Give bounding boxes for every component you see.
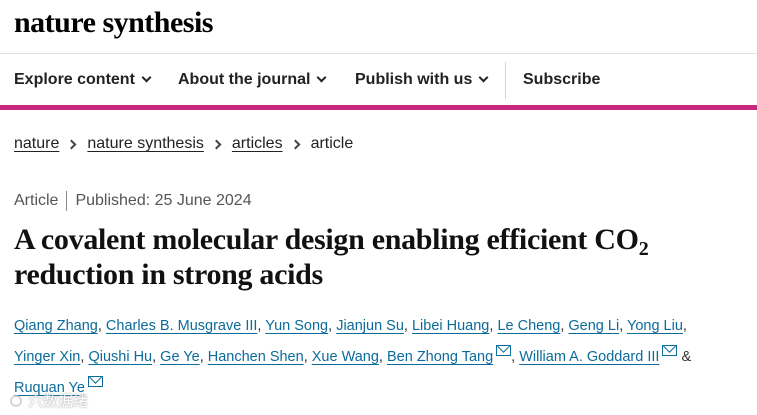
author-separator: , [152, 349, 157, 365]
author-separator: , [489, 318, 494, 334]
mail-icon[interactable] [662, 345, 678, 356]
breadcrumb-current: article [310, 135, 354, 152]
article-title: A covalent molecular design enabling eff… [14, 222, 744, 292]
author-separator: , [560, 318, 565, 334]
watermark-icon [10, 394, 22, 407]
chevron-right-icon [211, 139, 222, 149]
title-part-2: reduction in strong acids [14, 258, 323, 291]
author-link[interactable]: Yinger Xin [14, 349, 80, 365]
watermark-text: 穴数据绪 [28, 393, 89, 410]
author-separator: , [97, 318, 102, 334]
chevron-right-icon [66, 139, 77, 149]
author-link[interactable]: Le Cheng [497, 318, 560, 334]
journal-logo[interactable]: nature synthesis [14, 6, 213, 40]
chevron-down-icon [141, 72, 152, 83]
author-separator: , [199, 349, 204, 365]
author-separator: , [303, 349, 308, 365]
watermark: 穴数据绪 [10, 390, 88, 411]
author-list: Qiang Zhang, Charles B. Musgrave III, Yu… [14, 311, 749, 404]
author-link[interactable]: Yun Song [265, 318, 328, 334]
mail-icon[interactable] [87, 376, 103, 387]
author-link[interactable]: Yong Liu [627, 318, 683, 334]
author-link[interactable]: Jianjun Su [336, 318, 404, 334]
title-part-1: A covalent molecular design enabling eff… [14, 223, 639, 256]
author-separator: , [511, 349, 516, 365]
chevron-right-icon [290, 139, 301, 149]
author-conjunction: & [681, 349, 692, 365]
article-type: Article [14, 192, 59, 209]
author-separator: , [378, 349, 383, 365]
author-separator: , [403, 318, 408, 334]
nav-explore-content-label: Explore content [14, 70, 135, 88]
author-link[interactable]: Qiang Zhang [14, 318, 98, 334]
subscribe-link[interactable]: Subscribe [523, 54, 600, 105]
author-link[interactable]: Xue Wang [312, 349, 379, 365]
mail-icon[interactable] [496, 345, 512, 356]
author-separator: , [257, 318, 262, 334]
breadcrumb: nature nature synthesis articles article [14, 135, 353, 153]
article-meta: Article Published: 25 June 2024 [14, 191, 252, 211]
nav-about-journal[interactable]: About the journal [178, 54, 327, 105]
title-subscript: 2 [638, 238, 649, 260]
author-link[interactable]: Ge Ye [160, 349, 200, 365]
breadcrumb-nature[interactable]: nature [14, 135, 59, 153]
breadcrumb-articles[interactable]: articles [232, 135, 283, 153]
nav-explore-content[interactable]: Explore content [14, 54, 152, 105]
author-separator: , [682, 318, 687, 334]
author-separator: , [619, 318, 624, 334]
author-separator: , [328, 318, 333, 334]
nav-about-journal-label: About the journal [178, 70, 311, 88]
nav-divider [505, 62, 506, 99]
nav-publish-with-us[interactable]: Publish with us [355, 54, 489, 105]
author-link[interactable]: Libei Huang [412, 318, 489, 334]
nav-publish-with-us-label: Publish with us [355, 70, 473, 88]
author-link[interactable]: Hanchen Shen [208, 349, 304, 365]
chevron-down-icon [316, 72, 327, 83]
main-nav: Explore content About the journal Publis… [0, 54, 757, 110]
masthead: nature synthesis [0, 0, 757, 54]
author-link[interactable]: Qiushi Hu [88, 349, 152, 365]
chevron-down-icon [478, 72, 489, 83]
author-link[interactable]: William A. Goddard III [519, 349, 659, 365]
author-separator: , [80, 349, 85, 365]
meta-divider [66, 191, 68, 211]
author-link[interactable]: Ben Zhong Tang [387, 349, 493, 365]
breadcrumb-nature-synthesis[interactable]: nature synthesis [87, 135, 204, 153]
author-link[interactable]: Charles B. Musgrave III [106, 318, 258, 334]
author-link[interactable]: Geng Li [568, 318, 619, 334]
published-date: Published: 25 June 2024 [75, 192, 252, 209]
